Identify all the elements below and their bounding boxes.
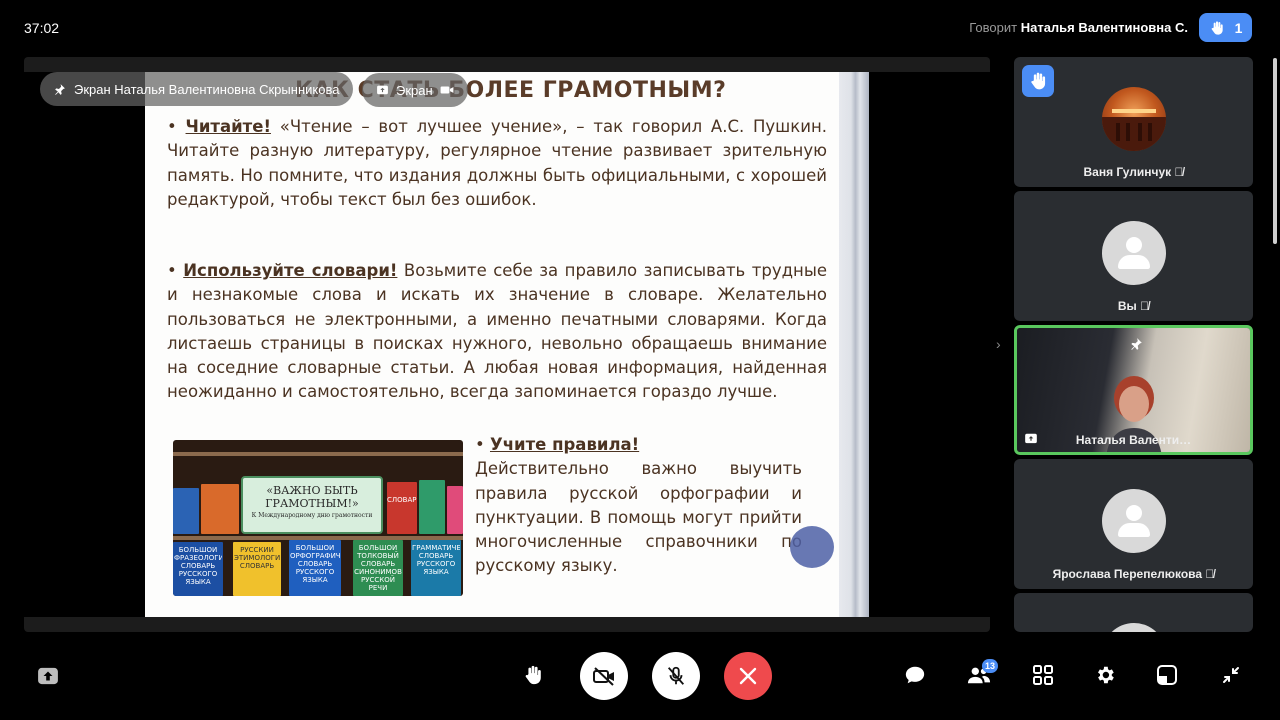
pin-icon: [55, 83, 65, 95]
slide-title: КАК СТАТЬ БОЛЕЕ ГРАМОТНЫМ?: [295, 78, 727, 103]
mic-off-icon: 🎙̸: [1205, 567, 1215, 581]
slide-paragraph-rules: • Учите правила! Действительно важно выу…: [475, 435, 802, 576]
microphone-toggle-button[interactable]: [652, 652, 700, 700]
speaking-label: Говорит: [969, 20, 1018, 35]
mic-off-icon: 🎙̸: [1174, 165, 1184, 179]
raised-hand-icon: [525, 665, 541, 685]
paragraph-heading: Используйте словари!: [183, 261, 398, 280]
book-title: БОЛЬШОЙ ФРАЗЕОЛОГИЧЕСКИЙ СЛОВАРЬ РУССКОГ…: [174, 546, 222, 586]
raised-hand-icon: [1031, 72, 1046, 90]
avatar-image: [1102, 109, 1166, 151]
avatar: [1102, 623, 1166, 632]
mic-off-icon: [667, 666, 685, 685]
book: [419, 480, 445, 534]
presentation-slide: КАК СТАТЬ БОЛЕЕ ГРАМОТНЫМ? • Читайте! «Ч…: [145, 72, 869, 617]
chat-button[interactable]: [900, 660, 930, 690]
raise-hand-button[interactable]: [518, 660, 548, 690]
participant-tile[interactable]: [1014, 593, 1253, 632]
book: [447, 486, 463, 534]
close-icon: [739, 667, 757, 685]
sign-board: «ВАЖНО БЫТЬ ГРАМОТНЫМ!» К Международному…: [241, 476, 383, 534]
layout-icon: [1157, 665, 1177, 685]
grid-icon: [1033, 665, 1053, 685]
avatar: [1102, 489, 1166, 553]
screen-share-icon: [377, 85, 388, 94]
speaking-name: Наталья Валентиновна С.: [1020, 20, 1188, 35]
paragraph-heading: Учите правила!: [489, 435, 640, 454]
raised-hands-button[interactable]: 1: [1199, 13, 1252, 42]
book: [173, 488, 199, 534]
gear-icon: [1098, 666, 1114, 684]
book: [387, 482, 417, 534]
book-title: БОЛЬШОЙ ТОЛКОВЫЙ СЛОВАРЬ СИНОНИМОВ РУССК…: [354, 544, 402, 592]
layout-grid-button[interactable]: [1028, 660, 1058, 690]
raised-hand-badge: [1022, 65, 1054, 97]
book-title: РУССКИЙ ЭТИМОЛОГИЧЕСКИЙ СЛОВАРЬ: [234, 546, 280, 570]
shelf: [173, 452, 463, 456]
camera-icon: [440, 86, 454, 94]
call-timer: 37:02: [24, 20, 60, 36]
presenter-pointer: [790, 526, 834, 568]
avatar: [1102, 221, 1166, 285]
book: [201, 484, 239, 534]
screen-chip-label: Экран: [396, 82, 433, 98]
sidebar-scrollbar[interactable]: [1273, 58, 1277, 244]
raised-hands-count: 1: [1234, 19, 1243, 36]
share-screen-button[interactable]: [36, 666, 60, 686]
participant-tile-active[interactable]: Наталья Валенти…: [1014, 325, 1253, 455]
avatar: [1102, 87, 1166, 151]
share-screen-icon: [38, 667, 58, 685]
chat-icon: [905, 666, 925, 684]
participant-name: Вы 🎙̸: [1117, 299, 1150, 313]
book-title: СЛОВАРЬ: [387, 496, 417, 504]
raised-hand-icon: [1211, 20, 1223, 35]
slide-border-decoration: [839, 72, 869, 617]
pin-icon: [1131, 338, 1142, 350]
participants-count-badge: 13: [982, 659, 999, 673]
screen-owner-chip[interactable]: Экран Наталья Валентиновна Скрынникова: [40, 72, 354, 106]
slide-paragraph-read: • Читайте! «Чтение – вот лучшее учение»,…: [167, 117, 827, 209]
participant-name: Наталья Валенти…: [1075, 433, 1192, 447]
bookshelf-image: СЛОВАРЬ БОЛЬШОЙ ФРАЗЕОЛОГИЧЕСКИЙ СЛОВАРЬ…: [173, 440, 463, 596]
end-call-button[interactable]: [724, 652, 772, 700]
sign-subtext: К Международному дню грамотности: [251, 512, 373, 519]
participant-tile[interactable]: Ваня Гулинчук 🎙̸: [1014, 57, 1253, 187]
paragraph-body: Действительно важно выучить правила русс…: [475, 459, 802, 576]
screen-chip[interactable]: Экран: [362, 73, 468, 107]
sign-text: «ВАЖНО БЫТЬ ГРАМОТНЫМ!»: [265, 484, 359, 510]
collapse-icon: [1223, 667, 1239, 683]
slide-paragraph-dictionaries: • Используйте словари! Возьмите себе за …: [167, 261, 827, 402]
chevron-right-icon[interactable]: ›: [996, 336, 1001, 352]
participant-tile[interactable]: Ярослава Перепелюкова 🎙̸: [1014, 459, 1253, 589]
book-title: ГРАММАТИЧЕСКИЙ СЛОВАРЬ РУССКОГО ЯЗЫКА: [412, 544, 460, 576]
layout-mode-button[interactable]: [1152, 660, 1182, 690]
exit-fullscreen-button[interactable]: [1216, 660, 1246, 690]
participant-name: Ваня Гулинчук 🎙̸: [1083, 165, 1184, 179]
paragraph-heading: Читайте!: [185, 117, 271, 136]
camera-off-icon: [593, 667, 614, 686]
participant-tile[interactable]: Вы 🎙̸: [1014, 191, 1253, 321]
camera-toggle-button[interactable]: [580, 652, 628, 700]
book-title: БОЛЬШОЙ ОРФОГРАФИЧЕСКИЙ СЛОВАРЬ РУССКОГО…: [290, 544, 340, 584]
active-speaker-indicator: Говорит Наталья Валентиновна С.: [969, 20, 1188, 35]
settings-button[interactable]: [1090, 660, 1120, 690]
screen-owner-label: Экран Наталья Валентиновна Скрынникова: [74, 81, 340, 97]
participant-name: Ярослава Перепелюкова 🎙̸: [1052, 567, 1215, 581]
mic-off-icon: 🎙̸: [1140, 299, 1150, 313]
paragraph-body: Возьмите себе за правило записывать труд…: [167, 261, 827, 402]
